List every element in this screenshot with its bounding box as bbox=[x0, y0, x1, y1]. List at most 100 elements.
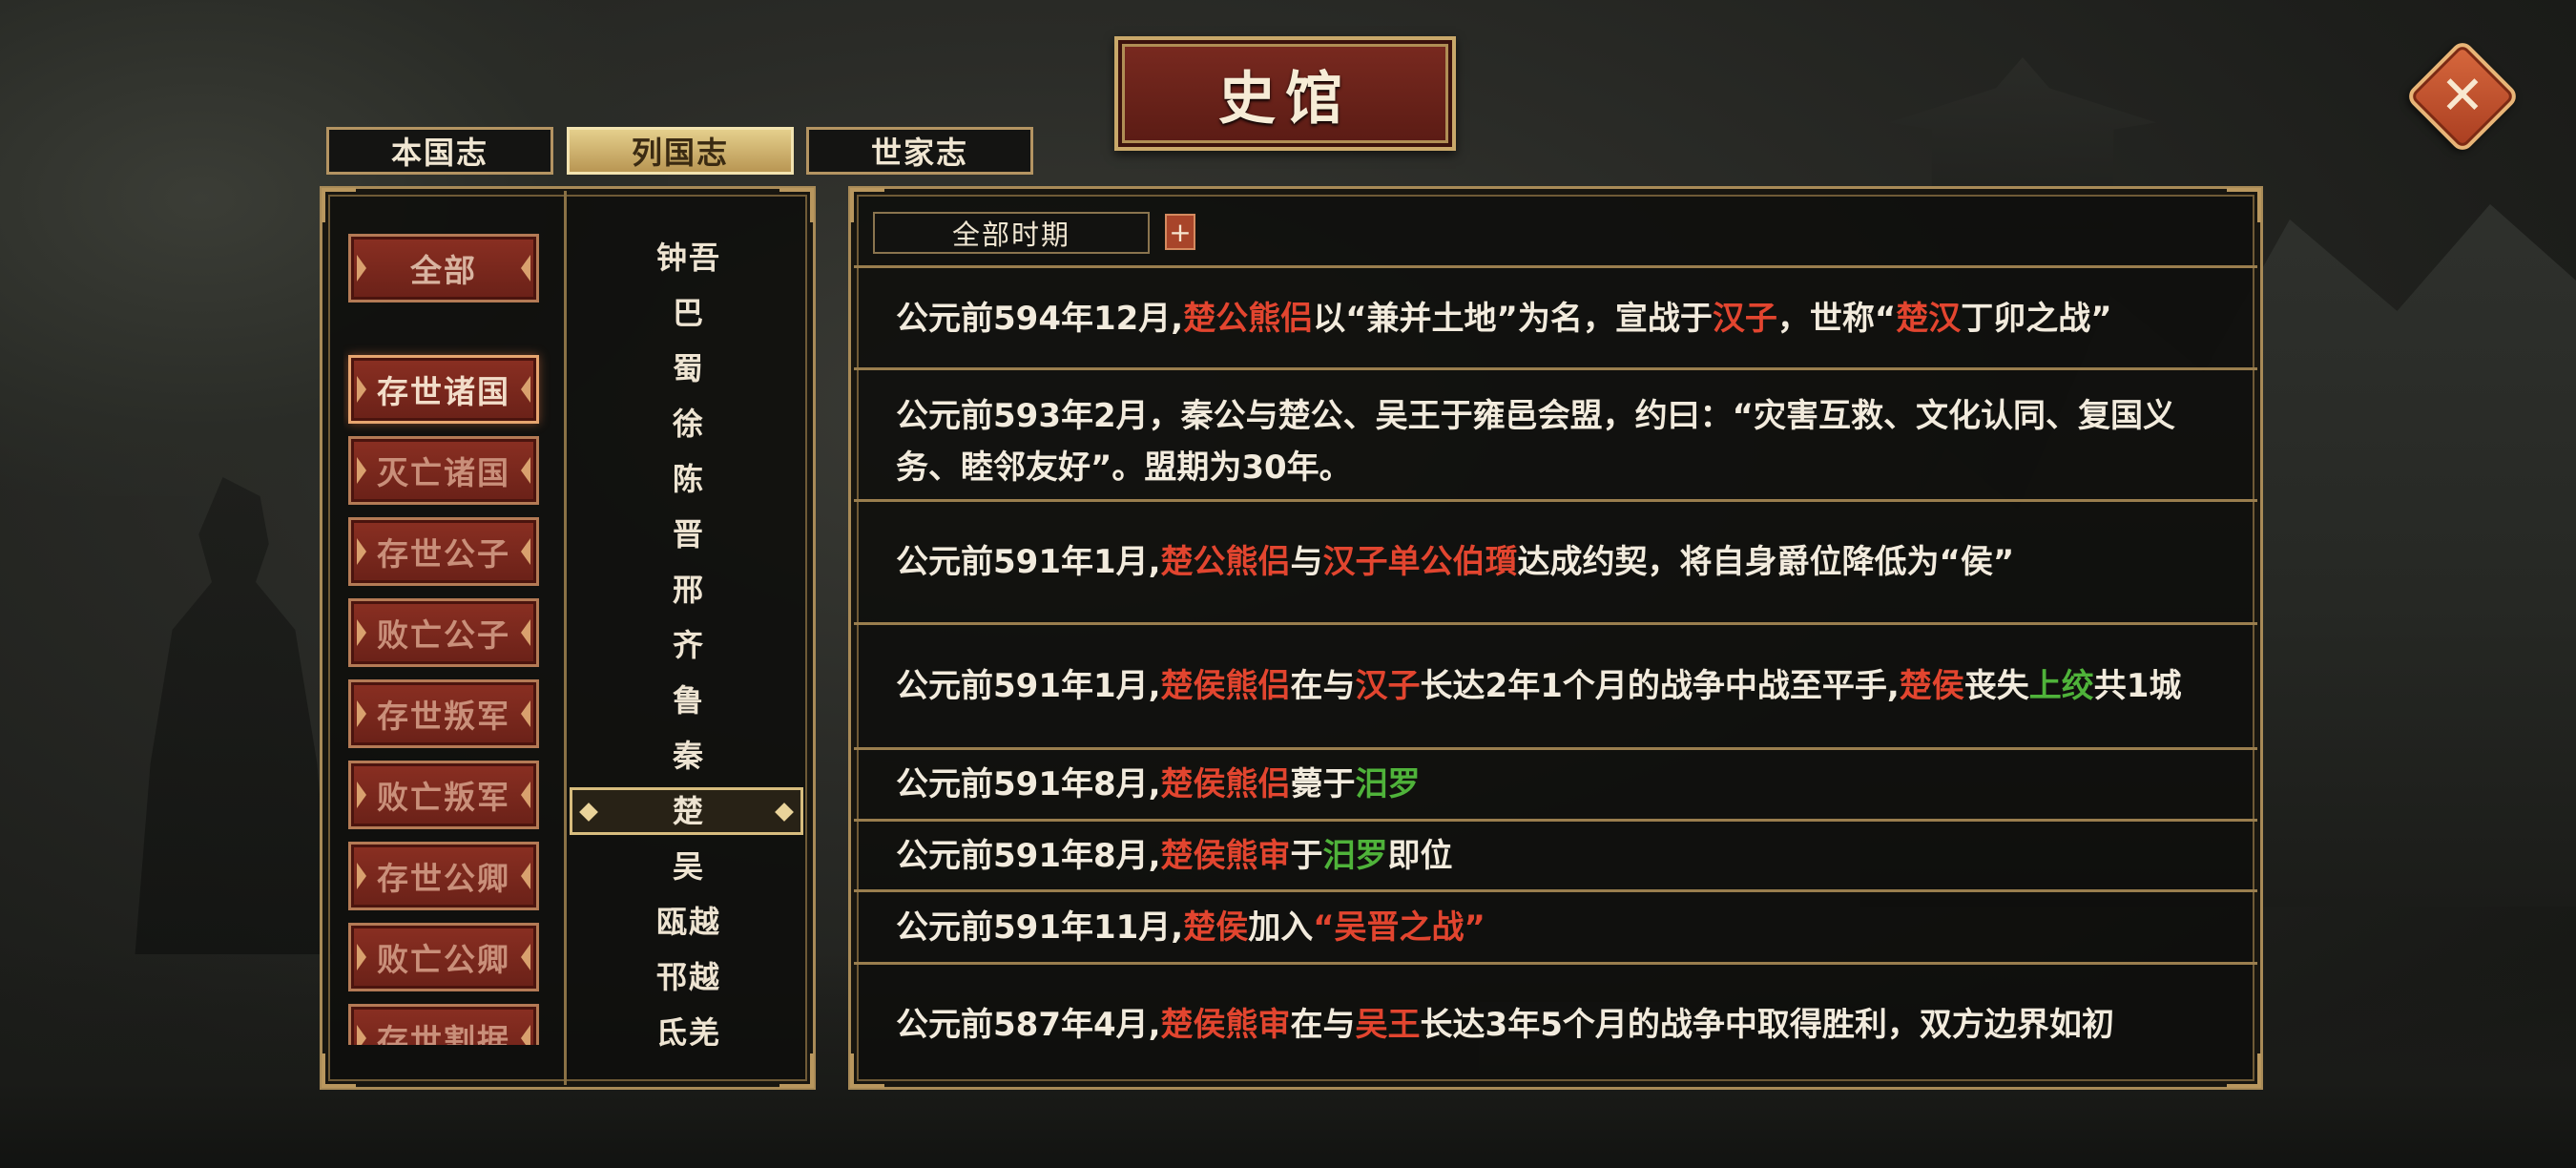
history-entry: 公元前591年1月,楚公熊侣与汉子单公伯瓆达成约契，将自身爵位降低为“侯” bbox=[854, 502, 2257, 625]
entity-name: 楚侯熊审 bbox=[1160, 836, 1291, 875]
category-list[interactable]: 全部 存世诸国 灭亡诸国 存世公子 败亡公子 存世叛军 败亡叛军 存世公卿 败亡 bbox=[343, 224, 553, 1045]
entity-name: 楚公熊侣 bbox=[1183, 299, 1314, 338]
arrow-left-icon bbox=[357, 944, 366, 970]
state-item[interactable]: 吴 bbox=[570, 838, 808, 891]
category-label: 存世叛军 bbox=[377, 698, 510, 735]
entry-text: 丁卯之战” bbox=[1961, 299, 2112, 338]
state-item[interactable]: 邢 bbox=[570, 561, 808, 615]
state-item[interactable]: 钟吾 bbox=[570, 229, 808, 282]
entity-name: 楚汉 bbox=[1896, 299, 1962, 338]
entity-name: “吴晋之战” bbox=[1313, 907, 1485, 947]
category-label: 存世诸国 bbox=[377, 373, 510, 410]
history-entry: 公元前587年4月,楚侯熊审在与吴王长达3年5个月的战争中取得胜利，双方边界如初 bbox=[854, 965, 2257, 1084]
state-item[interactable]: 蜀 bbox=[570, 340, 808, 393]
entry-text: 公元前591年8月, bbox=[896, 836, 1161, 875]
state-item[interactable]: 邗越 bbox=[570, 949, 808, 1002]
entry-text: 在与 bbox=[1290, 667, 1356, 705]
category-existing-states-button[interactable]: 存世诸国 bbox=[348, 355, 539, 424]
entry-text: 公元前587年4月, bbox=[896, 1005, 1161, 1044]
history-entry-text: 公元前593年2月，秦公与楚公、吴王于雍邑会盟，约曰：“灾害互救、文化认同、复国… bbox=[896, 390, 2212, 493]
state-item[interactable]: 徐 bbox=[570, 395, 808, 448]
state-item[interactable]: 晋 bbox=[570, 506, 808, 559]
category-fallen-princes-button[interactable]: 败亡公子 bbox=[348, 598, 539, 667]
entry-text: 加入 bbox=[1248, 907, 1314, 947]
frame-corner bbox=[2227, 188, 2261, 222]
category-label: 败亡公子 bbox=[377, 616, 510, 654]
close-icon[interactable]: ✕ bbox=[2421, 55, 2503, 137]
category-label: 存世公卿 bbox=[377, 860, 510, 897]
entity-name: 吴王 bbox=[1355, 1005, 1421, 1044]
period-filter-plus-button[interactable]: + bbox=[1165, 214, 1195, 250]
category-label: 灭亡诸国 bbox=[377, 454, 510, 491]
entry-text: 达成约契，将自身爵位降低为“侯” bbox=[1517, 543, 2015, 581]
category-label: 全部 bbox=[410, 252, 477, 289]
arrow-right-icon bbox=[521, 944, 530, 970]
arrow-left-icon bbox=[357, 619, 366, 646]
history-entry-text: 公元前591年1月,楚公熊侣与汉子单公伯瓆达成约契，将自身爵位降低为“侯” bbox=[896, 536, 2212, 588]
history-entry: 公元前591年8月,楚侯熊侣薨于汨罗 bbox=[854, 750, 2257, 822]
history-entry-text: 公元前591年11月,楚侯加入“吴晋之战” bbox=[896, 902, 2212, 953]
state-item[interactable]: 瓯越 bbox=[570, 893, 808, 947]
category-label: 存世公子 bbox=[377, 535, 510, 573]
category-existing-warlords-button[interactable]: 存世割据 bbox=[348, 1004, 539, 1045]
place-name: 汨罗 bbox=[1355, 765, 1421, 803]
category-fallen-ministers-button[interactable]: 败亡公卿 bbox=[348, 923, 539, 991]
category-all-button[interactable]: 全部 bbox=[348, 234, 539, 302]
arrow-left-icon bbox=[357, 538, 366, 565]
frame-corner bbox=[779, 188, 814, 222]
state-list[interactable]: 钟吾 巴 蜀 徐 陈 晋 邢 齐 鲁 秦 楚 吴 瓯越 邗越 氐羌 bbox=[570, 229, 808, 1048]
frame-corner bbox=[779, 1053, 814, 1088]
arrow-right-icon bbox=[521, 1025, 530, 1045]
category-fallen-states-button[interactable]: 灭亡诸国 bbox=[348, 436, 539, 505]
entity-name: 楚侯熊侣 bbox=[1160, 667, 1291, 705]
arrow-right-icon bbox=[521, 863, 530, 889]
entry-text: 公元前591年1月, bbox=[896, 667, 1161, 705]
entry-text: 即位 bbox=[1387, 836, 1453, 875]
place-name: 上绞 bbox=[2028, 667, 2094, 705]
header-divider bbox=[854, 265, 2257, 268]
state-item[interactable]: 氐羌 bbox=[570, 1004, 808, 1048]
category-fallen-rebels-button[interactable]: 败亡叛军 bbox=[348, 761, 539, 829]
arrow-left-icon bbox=[357, 863, 366, 889]
tab-own-state[interactable]: 本国志 bbox=[326, 127, 553, 175]
entry-text: 公元前593年2月，秦公与楚公、吴王于雍邑会盟，约曰：“灾害互救、文化认同、复国… bbox=[896, 396, 2175, 487]
title-plate: 史馆 bbox=[1114, 36, 1456, 151]
category-existing-ministers-button[interactable]: 存世公卿 bbox=[348, 842, 539, 910]
entry-text: 公元前591年8月, bbox=[896, 765, 1161, 803]
history-entry: 公元前591年11月,楚侯加入“吴晋之战” bbox=[854, 892, 2257, 965]
panel-divider bbox=[564, 191, 567, 1085]
state-item[interactable]: 巴 bbox=[570, 284, 808, 338]
entity-name: 楚侯熊审 bbox=[1160, 1005, 1291, 1044]
entry-text: 于 bbox=[1290, 836, 1323, 875]
arrow-left-icon bbox=[357, 457, 366, 484]
entity-name: 汉子单公伯瓆 bbox=[1322, 543, 1518, 581]
entry-text: 在与 bbox=[1290, 1005, 1356, 1044]
state-item[interactable]: 秦 bbox=[570, 727, 808, 781]
state-item[interactable]: 陈 bbox=[570, 450, 808, 504]
arrow-right-icon bbox=[521, 782, 530, 808]
arrow-right-icon bbox=[521, 619, 530, 646]
entity-name: 楚侯熊侣 bbox=[1160, 765, 1291, 803]
entity-name: 汉子 bbox=[1712, 299, 1777, 338]
history-entry: 公元前591年1月,楚侯熊侣在与汉子长达2年1个月的战争中战至平手,楚侯丧失上绞… bbox=[854, 625, 2257, 750]
history-entry-text: 公元前587年4月,楚侯熊审在与吴王长达3年5个月的战争中取得胜利，双方边界如初 bbox=[896, 999, 2212, 1051]
history-entry-list[interactable]: 公元前594年12月,楚公熊侣以“兼并土地”为名，宣战于汉子，世称“楚汉丁卯之战… bbox=[854, 269, 2257, 1084]
entity-name: 楚公熊侣 bbox=[1160, 543, 1291, 581]
state-item[interactable]: 齐 bbox=[570, 616, 808, 670]
entry-text: 与 bbox=[1290, 543, 1323, 581]
history-entry-text: 公元前591年1月,楚侯熊侣在与汉子长达2年1个月的战争中战至平手,楚侯丧失上绞… bbox=[896, 660, 2212, 712]
entry-text: 以“兼并土地”为名，宣战于 bbox=[1313, 299, 1713, 338]
history-entry-text: 公元前591年8月,楚侯熊审于汨罗即位 bbox=[896, 830, 2212, 882]
tab-all-states[interactable]: 列国志 bbox=[567, 127, 794, 175]
tab-families[interactable]: 世家志 bbox=[806, 127, 1033, 175]
state-item-selected[interactable]: 楚 bbox=[570, 782, 808, 836]
period-filter-select[interactable]: 全部时期 bbox=[873, 212, 1150, 254]
history-entry-text: 公元前591年8月,楚侯熊侣薨于汨罗 bbox=[896, 759, 2212, 810]
arrow-left-icon bbox=[357, 255, 366, 282]
state-item[interactable]: 鲁 bbox=[570, 672, 808, 725]
category-existing-rebels-button[interactable]: 存世叛军 bbox=[348, 679, 539, 748]
category-existing-princes-button[interactable]: 存世公子 bbox=[348, 517, 539, 586]
entry-text: 公元前594年12月, bbox=[896, 299, 1184, 338]
category-label: 存世割据 bbox=[377, 1022, 510, 1045]
entry-text: 薨于 bbox=[1290, 765, 1356, 803]
